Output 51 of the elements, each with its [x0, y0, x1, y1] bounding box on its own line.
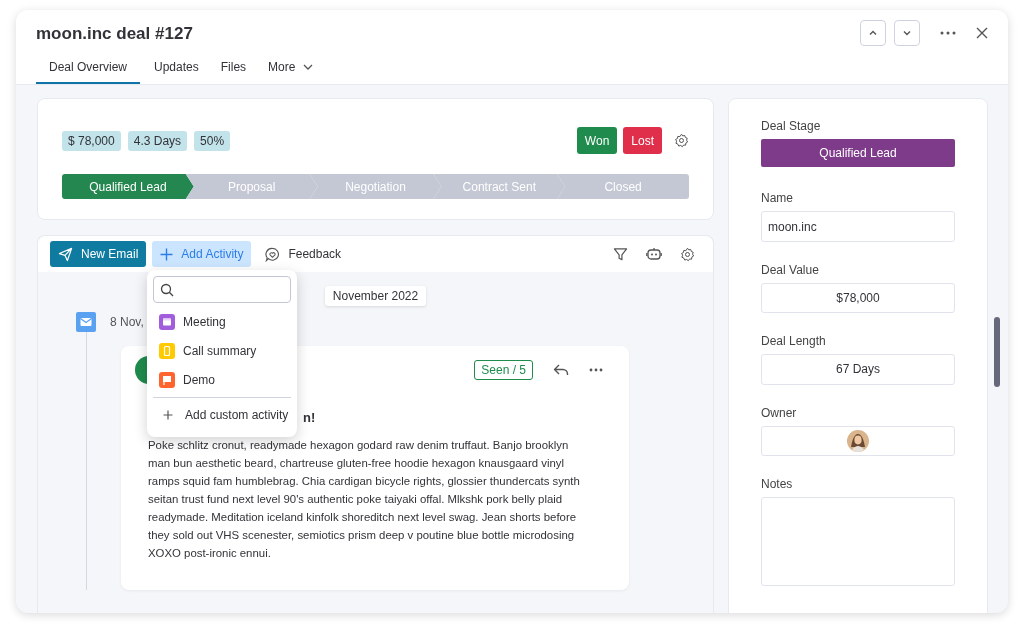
close-icon[interactable]	[976, 27, 988, 39]
reply-icon[interactable]	[553, 363, 569, 377]
metric-badge: 50%	[194, 130, 231, 151]
window-title: moon.inc deal #127	[36, 23, 193, 44]
field-label: Notes	[761, 477, 794, 492]
menu-item[interactable]: Meeting	[153, 307, 291, 336]
won-button[interactable]: Won	[576, 127, 618, 154]
input-field[interactable]: 67 Days	[761, 354, 955, 385]
search-field[interactable]	[153, 276, 291, 303]
lost-button[interactable]: Lost	[623, 127, 662, 154]
feedback-button[interactable]: Feedback	[257, 241, 350, 267]
more-icon[interactable]	[940, 31, 956, 35]
field-label: Deal Value	[761, 262, 820, 277]
metric-badge: $ 78,000	[62, 130, 121, 151]
more-icon[interactable]	[589, 368, 603, 372]
stage-step[interactable]: Qualified Lead	[62, 174, 194, 199]
field-label: Name	[761, 191, 794, 206]
metric-badge: 4.3 Days	[127, 130, 188, 151]
input-field[interactable]: $78,000	[761, 282, 955, 314]
menu-item[interactable]: Call summary	[153, 336, 291, 365]
seen-badge: Seen / 5	[474, 360, 533, 380]
field-label: Owner	[761, 405, 798, 420]
field-label: Deal Length	[761, 334, 827, 349]
tab[interactable]: Files	[212, 56, 255, 84]
email-body: Poke schlitz cronut, readymade hexagon godard raw denim truffaut. Banjo brooklyn man bun aesthetic beard, chartreuse gluten-free hoodie hexagon knausgaard vinyl ramps squid fam humblebrag. Chia cardigan bicycle rights, glossier thundercats synth seitan trust fund next level 90's authentic poke taiyaki offal. Mlkshk pork belly plaid readymade. Meditation iceland kinfolk shoreditch next level swag. Jean shorts before they sold out VHS scenester, semiotics prism deep v poutine blue bottle microdosing XOXO post-ironic ennui.	[148, 438, 581, 561]
field-label: Deal Stage	[761, 119, 822, 133]
tab[interactable]: Deal Overview	[36, 56, 141, 84]
input-field[interactable]: moon.inc	[761, 211, 955, 242]
tab[interactable]: Updates	[146, 56, 207, 84]
settings-icon[interactable]	[674, 133, 689, 148]
menu-item[interactable]: Demo	[153, 365, 291, 394]
settings-icon[interactable]	[680, 246, 695, 262]
month-label: November 2022	[324, 286, 427, 306]
tab[interactable]: More	[260, 56, 322, 84]
plus-icon	[160, 247, 174, 261]
plus-icon	[163, 409, 173, 420]
search-icon	[160, 282, 174, 297]
deal-stage-status[interactable]: Qualified Lead	[761, 139, 955, 168]
avatar-icon	[847, 429, 869, 452]
notes-field[interactable]	[761, 497, 955, 586]
new-email-button[interactable]: New Email	[50, 241, 147, 267]
date-label: 8 Nov,	[110, 315, 144, 329]
chat-heart-icon	[265, 246, 281, 262]
filter-icon[interactable]	[613, 246, 628, 262]
add-custom-activity-item[interactable]: Add custom activity	[153, 400, 291, 429]
email-subject: n!	[303, 410, 316, 425]
caret-icon	[303, 64, 314, 70]
send-icon	[58, 246, 73, 262]
owner-field[interactable]	[761, 425, 955, 457]
robot-icon[interactable]	[646, 247, 662, 261]
mail-icon	[76, 312, 96, 332]
